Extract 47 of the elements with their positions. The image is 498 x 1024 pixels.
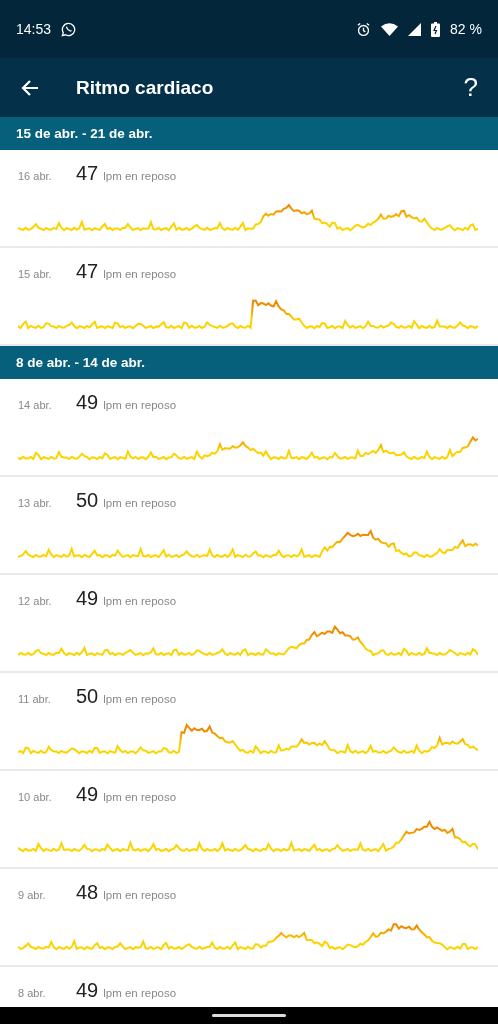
unit-label: lpm en reposo <box>103 399 177 411</box>
battery-icon <box>431 21 441 37</box>
day-card[interactable]: 16 abr. 47 lpm en reposo <box>0 150 498 246</box>
day-date: 16 abr. <box>18 170 53 182</box>
wifi-icon <box>381 22 399 36</box>
day-date: 10 abr. <box>18 791 53 803</box>
resting-heart-rate: 49 <box>76 391 99 414</box>
day-card[interactable]: 10 abr. 49 lpm en reposo <box>0 771 498 867</box>
screen-title: Ritmo cardiaco <box>76 76 215 99</box>
unit-label: lpm en reposo <box>103 791 177 803</box>
unit-label: lpm en reposo <box>103 693 177 705</box>
week-header: 15 de abr. - 21 de abr. <box>0 117 498 150</box>
resting-heart-rate: 50 <box>76 489 99 512</box>
resting-heart-rate: 49 <box>76 783 99 806</box>
unit-label: lpm en reposo <box>103 268 177 280</box>
unit-label: lpm en reposo <box>103 987 177 999</box>
day-card[interactable]: 13 abr. 50 lpm en reposo <box>0 477 498 573</box>
day-card[interactable]: 8 abr. 49 lpm en reposo <box>0 967 498 1007</box>
day-date: 12 abr. <box>18 595 53 607</box>
day-card[interactable]: 9 abr. 48 lpm en reposo <box>0 869 498 965</box>
day-date: 9 abr. <box>18 889 47 901</box>
day-card[interactable]: 11 abr. 50 lpm en reposo <box>0 673 498 769</box>
chat-bubble-icon <box>61 21 77 37</box>
resting-heart-rate: 50 <box>76 685 99 708</box>
help-button[interactable]: ? <box>457 72 484 103</box>
day-date: 13 abr. <box>18 497 53 509</box>
day-card[interactable]: 12 abr. 49 lpm en reposo <box>0 575 498 671</box>
unit-label: lpm en reposo <box>103 595 177 607</box>
day-date: 11 abr. <box>18 693 52 705</box>
resting-heart-rate: 47 <box>76 260 99 283</box>
resting-heart-rate: 47 <box>76 162 99 185</box>
unit-label: lpm en reposo <box>103 497 177 509</box>
alarm-icon <box>356 21 372 37</box>
day-card[interactable]: 15 abr. 47 lpm en reposo <box>0 248 498 344</box>
day-date: 15 abr. <box>18 268 53 280</box>
battery-percentage: 82 % <box>450 21 482 37</box>
week-header: 8 de abr. - 14 de abr. <box>0 346 498 379</box>
clock-time: 14:53 <box>16 21 52 37</box>
resting-heart-rate: 48 <box>76 881 99 904</box>
resting-heart-rate: 49 <box>76 979 99 1002</box>
unit-label: lpm en reposo <box>103 889 177 901</box>
day-date: 8 abr. <box>18 987 47 999</box>
day-card[interactable]: 14 abr. 49 lpm en reposo <box>0 379 498 475</box>
day-date: 14 abr. <box>18 399 53 411</box>
unit-label: lpm en reposo <box>103 170 177 182</box>
signal-icon <box>408 22 422 36</box>
resting-heart-rate: 49 <box>76 587 99 610</box>
